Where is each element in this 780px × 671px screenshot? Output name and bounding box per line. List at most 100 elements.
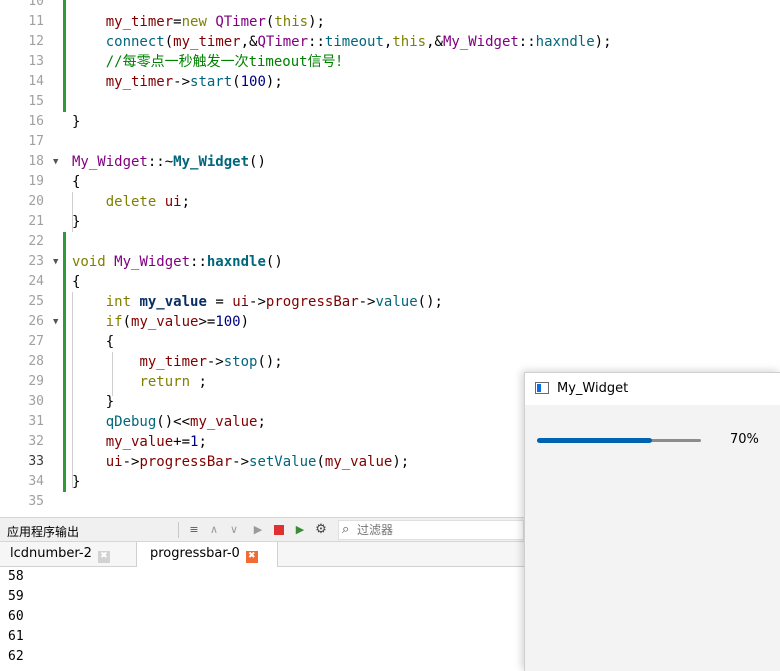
tab-close-icon[interactable]: ✖	[245, 551, 258, 563]
line-number: 20	[28, 194, 44, 209]
code-token: ()	[265, 254, 283, 270]
gutter-line: 15	[0, 92, 66, 112]
code-line[interactable]: {	[72, 332, 114, 352]
line-number: 22	[28, 234, 44, 249]
application-output[interactable]: 58 59 60 61 62	[0, 567, 524, 671]
code-line[interactable]: qDebug()<<my_value;	[72, 412, 266, 432]
output-line: 62	[8, 649, 24, 664]
text-format-icon[interactable]: ≡	[187, 522, 201, 538]
fold-arrow-icon[interactable]: ▼	[53, 152, 58, 172]
window-titlebar[interactable]: My_Widget	[525, 373, 780, 405]
gutter-line: 14	[0, 72, 66, 92]
settings-icon[interactable]: ⚙	[314, 522, 328, 538]
gutter-line: 12	[0, 32, 66, 52]
code-token: >=	[198, 314, 216, 330]
line-number: 25	[28, 294, 44, 309]
my-widget-window[interactable]: My_Widget 70%	[524, 372, 780, 671]
code-line[interactable]: delete ui;	[72, 192, 190, 212]
stop-icon[interactable]	[272, 522, 286, 538]
indent-guide	[72, 192, 73, 232]
code-token: ();	[417, 294, 443, 310]
code-token: (	[164, 34, 174, 50]
code-token: my_value	[131, 314, 199, 330]
code-token: }	[72, 474, 81, 490]
code-token: QTimer	[215, 14, 266, 30]
code-token: );	[392, 454, 410, 470]
code-line[interactable]: }	[72, 472, 80, 492]
code-line[interactable]: int my_value = ui->progressBar->value();	[72, 292, 443, 312]
fold-arrow-icon[interactable]: ▼	[53, 252, 58, 272]
code-line[interactable]: }	[72, 112, 80, 132]
window-icon	[535, 382, 549, 394]
code-line[interactable]: }	[72, 392, 114, 412]
modified-marker	[63, 0, 66, 12]
line-number: 13	[28, 54, 44, 69]
filter-box[interactable]: ⌕	[338, 520, 524, 540]
chevron-down-icon[interactable]: ∨	[227, 522, 241, 538]
line-number: 21	[28, 214, 44, 229]
modified-marker	[63, 332, 66, 352]
code-token: My_Widget	[173, 154, 250, 170]
code-token: ui	[164, 194, 182, 210]
progress-percent: 70%	[730, 432, 759, 447]
code-token: progressBar	[265, 294, 359, 310]
gutter-line: 30	[0, 392, 66, 412]
code-line[interactable]: {	[72, 172, 80, 192]
code-token: ->	[173, 74, 191, 90]
modified-marker	[63, 32, 66, 52]
modified-marker	[63, 52, 66, 72]
modified-marker	[63, 432, 66, 452]
code-token: delete	[105, 194, 157, 210]
gutter-line: 34	[0, 472, 66, 492]
gutter-line: 22	[0, 232, 66, 252]
code-token: ->	[358, 294, 376, 310]
code-token: ->	[122, 454, 140, 470]
code-line[interactable]: {	[72, 272, 80, 292]
line-number: 34	[28, 474, 44, 489]
code-token: (	[316, 454, 325, 470]
code-token: {	[72, 334, 115, 350]
line-number: 28	[28, 354, 44, 369]
gutter-line: 13	[0, 52, 66, 72]
line-number: 23	[28, 254, 44, 269]
code-line[interactable]: if(my_value>=100)	[72, 312, 249, 332]
code-line[interactable]: //每零点一秒触发一次timeout信号！	[72, 52, 350, 72]
tab-progressbar[interactable]: progressbar-0 ✖	[136, 542, 278, 568]
gutter-line: 18 ▼	[0, 152, 66, 172]
gutter-line: 10	[0, 0, 66, 12]
attach-debugger-icon[interactable]: ▶	[292, 522, 308, 538]
run-icon[interactable]: ▶	[251, 522, 265, 538]
tab-lcdnumber[interactable]: lcdnumber-2 ✖	[0, 542, 136, 567]
filter-input[interactable]	[357, 522, 517, 538]
code-line[interactable]: my_timer->stop();	[72, 352, 282, 372]
tab-close-icon[interactable]: ✖	[97, 551, 110, 563]
code-line[interactable]: my_timer->start(100);	[72, 72, 283, 92]
code-line[interactable]: connect(my_timer,&QTimer::timeout,this,&…	[72, 32, 612, 52]
tab-label: progressbar-0	[150, 546, 240, 561]
code-token: ,&	[426, 34, 443, 50]
code-line[interactable]: my_timer=new QTimer(this);	[72, 12, 325, 32]
chevron-up-icon[interactable]: ∧	[207, 522, 221, 538]
code-line[interactable]: return ;	[72, 372, 206, 392]
gutter-line: 25	[0, 292, 66, 312]
code-line[interactable]: ui->progressBar->setValue(my_value);	[72, 452, 409, 472]
code-token: ::~	[147, 154, 174, 170]
code-line[interactable]: My_Widget::~My_Widget()	[72, 152, 266, 172]
modified-marker	[63, 412, 66, 432]
code-line[interactable]: void My_Widget::haxndle()	[72, 252, 283, 272]
gutter-line: 35	[0, 492, 66, 512]
toolbar-separator	[178, 522, 179, 538]
fold-arrow-icon[interactable]: ▼	[53, 312, 58, 332]
code-line[interactable]: }	[72, 212, 80, 232]
modified-marker	[63, 272, 66, 292]
code-line[interactable]: my_value+=1;	[72, 432, 207, 452]
line-number-gutter: 10 11 12 13 14 15 16 17 18 ▼ 19 20 21 22 23 ▼ 24 25 26 ▼ 27 2…	[0, 0, 66, 517]
